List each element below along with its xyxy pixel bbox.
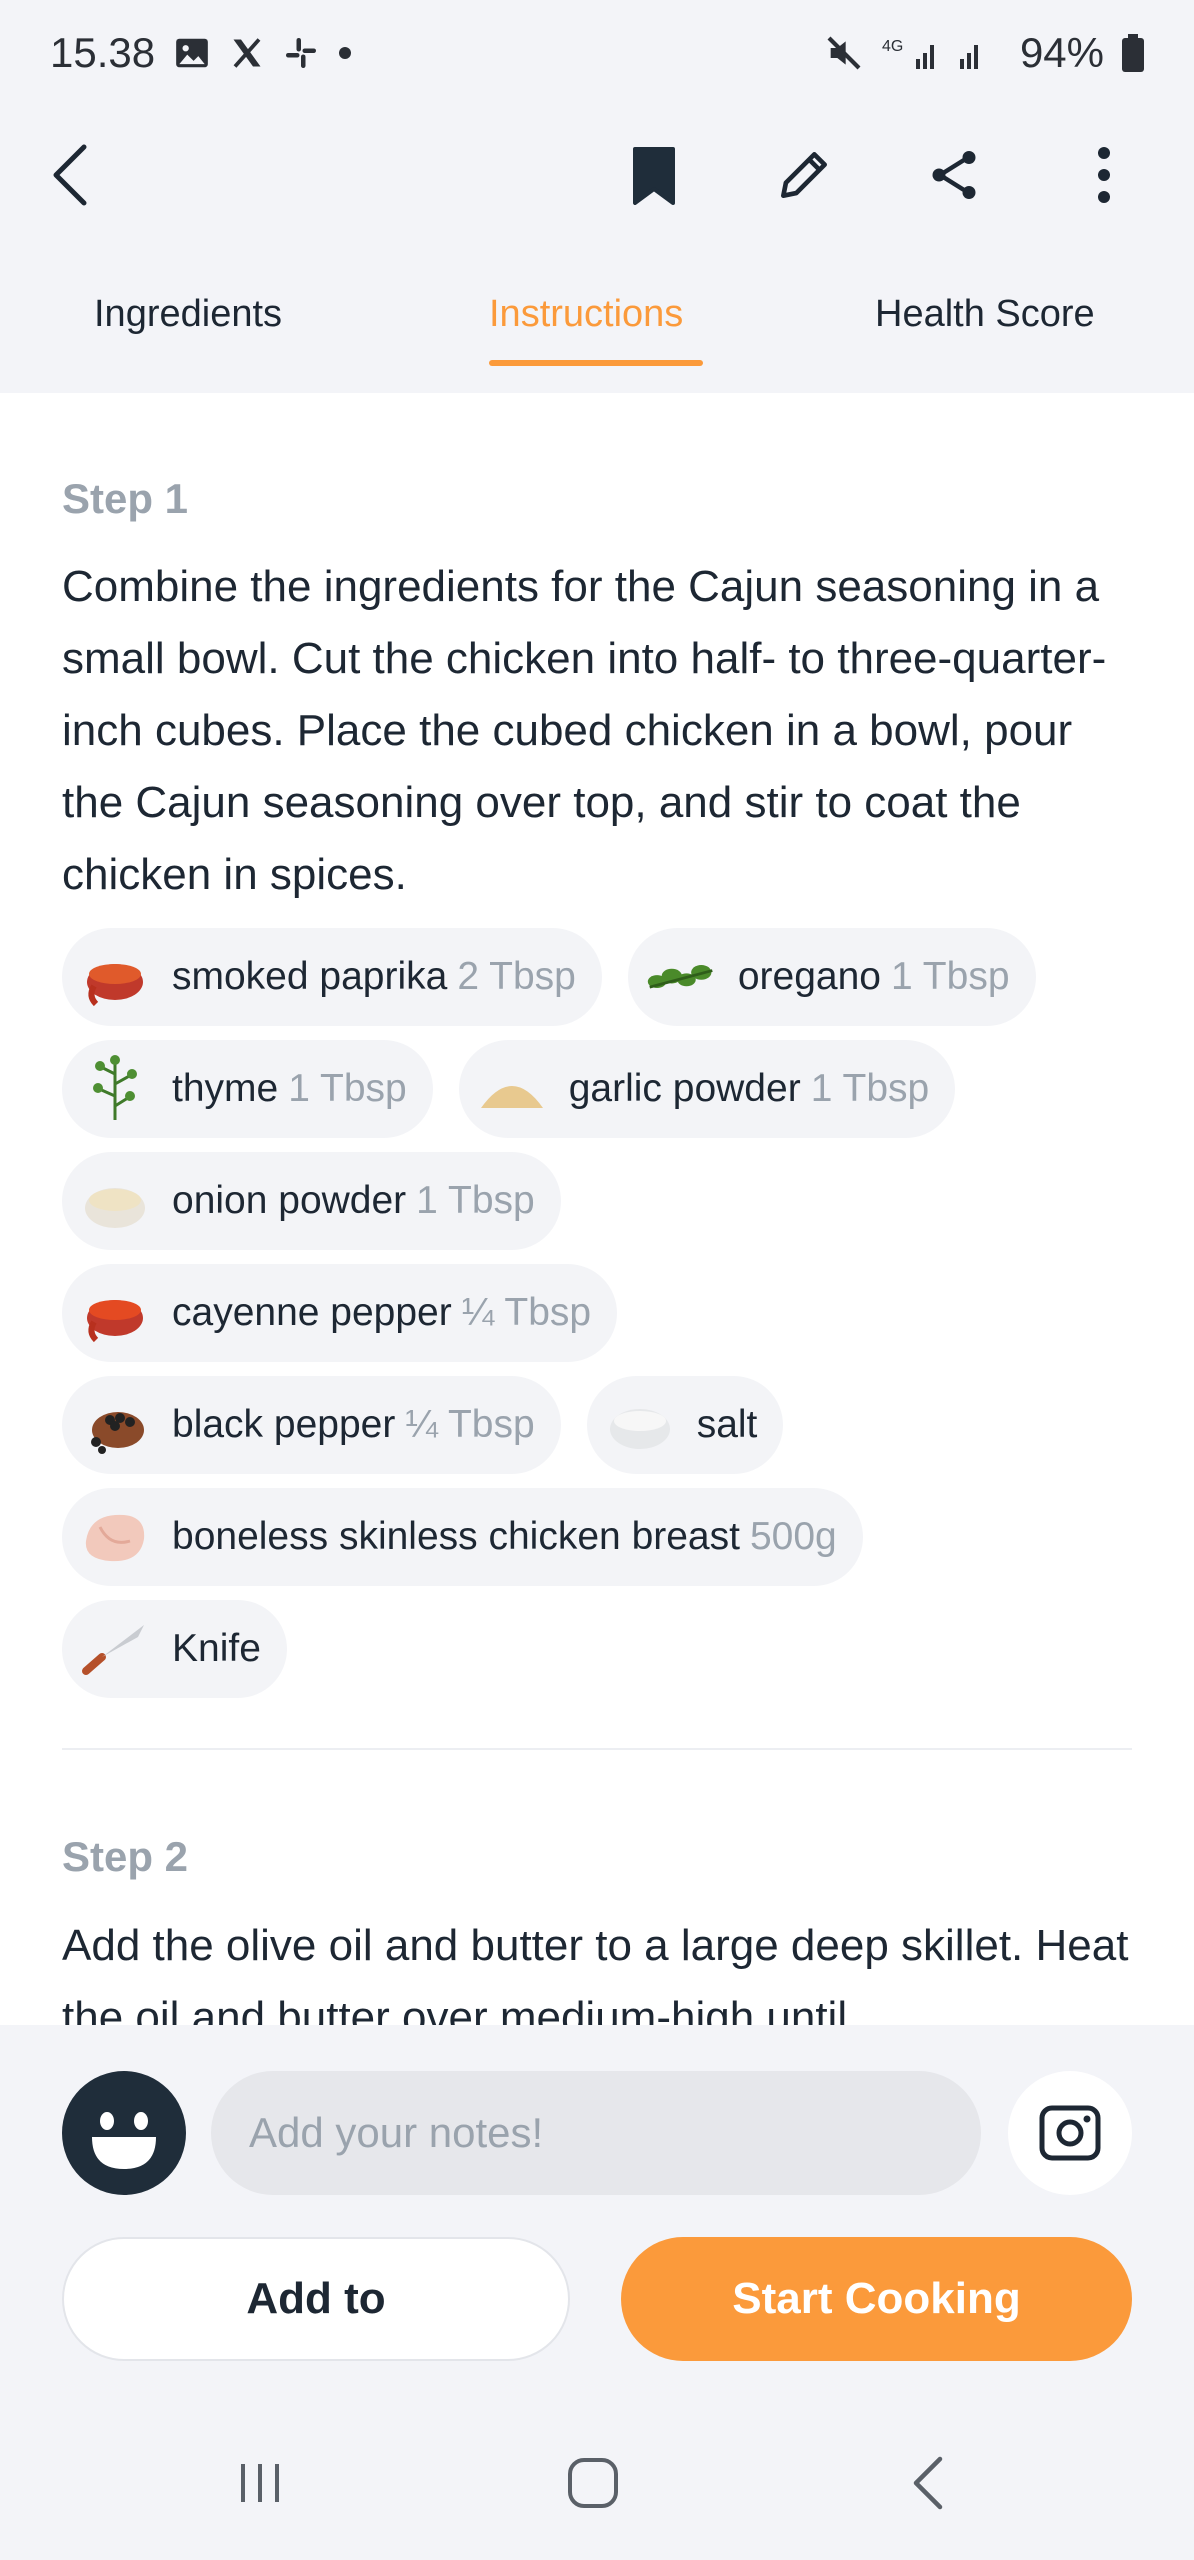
x-icon: [229, 35, 265, 71]
app-bar: [0, 105, 1194, 245]
battery-icon: [1122, 33, 1144, 72]
ingredient-qty: 1 Tbsp: [288, 1067, 407, 1110]
signal-icon: 4G: [882, 33, 1002, 73]
ingredient-name: smoked paprika: [172, 955, 448, 998]
ingredient-chip-cayenne-pepper[interactable]: cayenne pepper ¼ Tbsp: [62, 1264, 618, 1362]
oregano-icon: [646, 942, 716, 1012]
recent-apps-icon: [241, 2464, 279, 2502]
ingredient-qty: 500g: [749, 1515, 837, 1558]
step-1-ingredients: smoked paprika 2 Tbsp oregano 1 Tbsp thy…: [62, 928, 1142, 1712]
ingredient-qty: 1 Tbsp: [890, 955, 1010, 998]
svg-text:4G: 4G: [882, 38, 903, 55]
image-icon: [173, 34, 211, 72]
bookmark-icon: [633, 147, 675, 205]
home-button[interactable]: [553, 2453, 633, 2513]
ingredient-name: garlic powder: [568, 1067, 801, 1110]
ingredient-chip-black-pepper[interactable]: black pepper ¼ Tbsp: [62, 1376, 561, 1474]
system-nav-bar: [0, 2405, 1194, 2560]
ingredient-chip-salt[interactable]: salt: [586, 1376, 784, 1474]
bookmark-button[interactable]: [614, 135, 694, 215]
camera-icon: [1039, 2105, 1101, 2161]
instructions-list[interactable]: Step 1 Combine the ingredients for the C…: [0, 393, 1194, 2025]
avatar[interactable]: [62, 2071, 186, 2195]
recent-apps-button[interactable]: [220, 2453, 300, 2513]
step-2-text: Add the olive oil and butter to a large …: [62, 1921, 1129, 2025]
ingredient-name: thyme: [172, 1067, 279, 1110]
equipment-chip-knife[interactable]: Knife: [62, 1600, 287, 1698]
step-1-text: Combine the ingredients for the Cajun se…: [62, 562, 1107, 899]
onion-powder-icon: [80, 1166, 150, 1236]
ingredient-qty: 2 Tbsp: [457, 955, 576, 998]
start-cooking-button[interactable]: Start Cooking: [621, 2237, 1132, 2361]
ingredient-name: oregano: [737, 955, 881, 998]
smiley-face-icon: [92, 2112, 156, 2169]
edit-button[interactable]: [764, 135, 844, 215]
more-button[interactable]: [1064, 135, 1144, 215]
ingredient-name: salt: [696, 1403, 758, 1446]
mute-icon: [824, 33, 864, 73]
thyme-icon: [80, 1054, 150, 1124]
slack-icon: [283, 35, 319, 71]
step-1-title: Step 1: [62, 475, 189, 522]
add-to-button[interactable]: Add to: [62, 2237, 570, 2361]
ingredient-name: onion powder: [172, 1179, 407, 1222]
ingredient-qty: ¼ Tbsp: [461, 1291, 592, 1334]
tab-ingredients[interactable]: Ingredients: [94, 293, 282, 336]
share-icon: [932, 151, 976, 199]
tab-instructions[interactable]: Instructions: [489, 293, 683, 336]
battery-percent: 94%: [1019, 28, 1104, 76]
garlic-powder-icon: [477, 1054, 547, 1124]
dot-icon: [337, 45, 353, 61]
share-button[interactable]: [914, 135, 994, 215]
salt-icon: [605, 1390, 675, 1460]
ingredient-qty: 1 Tbsp: [810, 1067, 930, 1110]
ingredient-qty: ¼ Tbsp: [405, 1403, 535, 1446]
bottom-panel: Add your notes! Add to Start Cooking: [0, 2025, 1194, 2405]
ingredient-chip-garlic-powder[interactable]: garlic powder 1 Tbsp: [458, 1040, 956, 1138]
ingredient-chip-oregano[interactable]: oregano 1 Tbsp: [627, 928, 1036, 1026]
paprika-icon: [80, 942, 150, 1012]
ingredient-name: boneless skinless chicken breast: [172, 1515, 740, 1558]
active-tab-indicator: [489, 360, 703, 366]
step-divider: [62, 1748, 1132, 1750]
ingredient-chip-chicken-breast[interactable]: boneless skinless chicken breast 500g: [62, 1488, 863, 1586]
chicken-breast-icon: [80, 1502, 150, 1572]
ingredient-chip-onion-powder[interactable]: onion powder 1 Tbsp: [62, 1152, 561, 1250]
equipment-name: Knife: [172, 1627, 261, 1670]
status-time: 15.38: [50, 28, 156, 76]
back-arrow-icon: [913, 2456, 943, 2510]
ingredient-name: cayenne pepper: [172, 1291, 452, 1334]
tab-bar: Ingredients Instructions Health Score: [0, 245, 1194, 393]
black-pepper-icon: [80, 1390, 150, 1460]
home-icon: [568, 2458, 618, 2508]
chevron-left-icon: [53, 144, 87, 206]
status-bar: 15.38 4G 94%: [0, 0, 1194, 105]
pencil-icon: [781, 152, 827, 198]
camera-button[interactable]: [1008, 2071, 1132, 2195]
ingredient-chip-thyme[interactable]: thyme 1 Tbsp: [62, 1040, 433, 1138]
back-button[interactable]: [50, 135, 130, 215]
cayenne-icon: [80, 1278, 150, 1348]
notes-input[interactable]: Add your notes!: [211, 2071, 981, 2195]
knife-icon: [80, 1614, 150, 1684]
tab-health-score[interactable]: Health Score: [875, 293, 1095, 336]
ingredient-name: black pepper: [172, 1403, 396, 1446]
ingredient-qty: 1 Tbsp: [416, 1179, 535, 1222]
system-back-button[interactable]: [888, 2453, 968, 2513]
step-2-title: Step 2: [62, 1833, 189, 1880]
ingredient-chip-smoked-paprika[interactable]: smoked paprika 2 Tbsp: [62, 928, 602, 1026]
more-vertical-icon: [1098, 147, 1110, 203]
